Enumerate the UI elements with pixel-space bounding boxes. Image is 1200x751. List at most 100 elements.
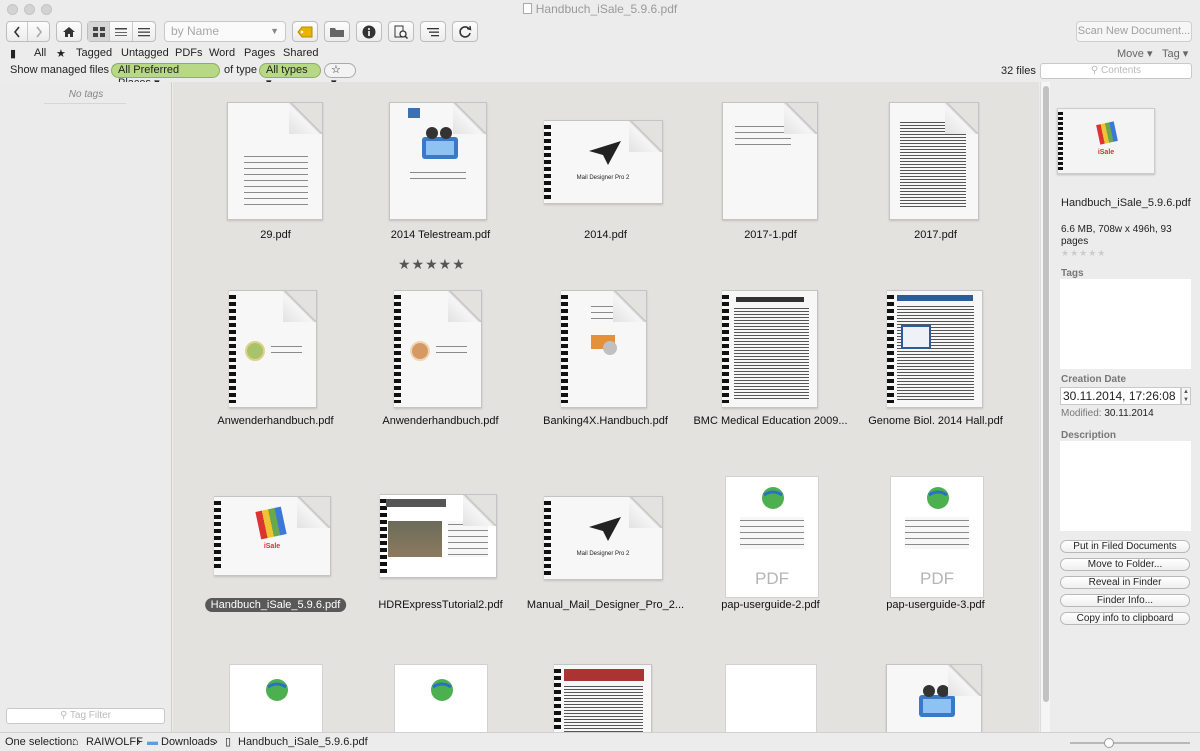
- contents-search-field[interactable]: ⚲ Contents: [1040, 63, 1192, 79]
- zoom-window-button[interactable]: [41, 4, 52, 15]
- tag-icon: [297, 26, 313, 37]
- window-title: Handbuch_iSale_5.9.6.pdf: [535, 2, 678, 16]
- sort-select[interactable]: by Name ▼: [164, 21, 286, 42]
- chevron-down-icon: ▼: [270, 26, 279, 36]
- move-menu[interactable]: Move ▾: [1117, 47, 1152, 60]
- tag-menu[interactable]: Tag ▾: [1162, 47, 1188, 60]
- filter-pages[interactable]: Pages: [244, 47, 275, 59]
- home-button[interactable]: [56, 21, 82, 42]
- tags-label: Tags: [1061, 268, 1084, 279]
- thumbnail-size-slider[interactable]: [1070, 738, 1190, 748]
- title-bar: Handbuch_iSale_5.9.6.pdf: [0, 0, 1200, 18]
- put-in-filed-documents-button[interactable]: Put in Filed Documents: [1060, 540, 1190, 553]
- view-mode-segment: [87, 21, 156, 42]
- star-filter-icon[interactable]: ★: [56, 47, 66, 60]
- info-icon: [362, 25, 376, 38]
- copy-info-button[interactable]: Copy info to clipboard: [1060, 612, 1190, 625]
- vertical-scrollbar[interactable]: [1040, 82, 1050, 732]
- chevron-left-icon: [13, 26, 20, 37]
- file-name: Anwenderhandbuch.pdf: [382, 415, 499, 427]
- file-name: 2014.pdf: [584, 229, 627, 241]
- info-button[interactable]: [356, 21, 382, 42]
- document-icon: ▯: [225, 736, 232, 748]
- file-thumbnail: [394, 290, 482, 408]
- modified-info: Modified: 30.11.2014: [1061, 408, 1154, 419]
- scrollbar-thumb[interactable]: [1043, 86, 1049, 702]
- divider: [44, 103, 126, 104]
- thumbnail-caption: iSale: [1097, 149, 1115, 156]
- home-folder-icon: ⌂: [72, 736, 79, 748]
- tags-field[interactable]: [1060, 279, 1191, 369]
- path-separator-icon: ›: [137, 736, 141, 748]
- file-name: Genome Biol. 2014 Hall.pdf: [868, 415, 1003, 427]
- file-grid: 29.pdf 2014 Telestream.pdf ★★★★★ Mail De…: [173, 82, 1039, 732]
- file-thumbnail: Mail Designer Pro 2: [544, 496, 663, 580]
- filter-pdfs[interactable]: PDFs: [175, 47, 203, 59]
- file-thumbnail[interactable]: [554, 664, 652, 732]
- sort-order-button[interactable]: [420, 21, 446, 42]
- description-label: Description: [1061, 430, 1117, 441]
- list-view-button[interactable]: [133, 22, 155, 41]
- file-thumbnail[interactable]: [394, 664, 488, 732]
- path-downloads[interactable]: Downloads: [161, 733, 215, 751]
- file-thumbnail[interactable]: [725, 664, 817, 732]
- close-window-button[interactable]: [7, 4, 18, 15]
- refresh-button[interactable]: [452, 21, 478, 42]
- file-name: Anwenderhandbuch.pdf: [217, 415, 334, 427]
- file-name: pap-userguide-2.pdf: [721, 599, 820, 611]
- forward-button[interactable]: [28, 22, 49, 41]
- scan-new-document-button[interactable]: Scan New Document...: [1076, 21, 1192, 42]
- rating-stars[interactable]: ★★★★★: [398, 256, 466, 273]
- sort-lines-icon: [427, 27, 439, 36]
- options-bar: Show managed files in All Preferred Plac…: [0, 63, 1200, 89]
- inspector-rating[interactable]: ★★★★★: [1061, 248, 1106, 259]
- minimize-window-button[interactable]: [24, 4, 35, 15]
- show-label: Show managed files in: [10, 64, 121, 76]
- file-name: 2014 Telestream.pdf: [390, 229, 491, 241]
- inspector-file-info: 6.6 MB, 708w x 496h, 93 pages: [1061, 224, 1172, 247]
- thumbnail-caption: iSale: [263, 543, 281, 550]
- folder-button[interactable]: [324, 21, 350, 42]
- no-tags-label: No tags: [68, 89, 104, 100]
- creation-date-label: Creation Date: [1061, 374, 1127, 385]
- modified-label: Modified:: [1061, 408, 1102, 419]
- slider-knob[interactable]: [1104, 738, 1114, 748]
- chevron-right-icon: [35, 26, 42, 37]
- finder-info-button[interactable]: Finder Info...: [1060, 594, 1190, 607]
- file-thumbnail: [722, 290, 818, 408]
- inspector-file-name: Handbuch_iSale_5.9.6.pdf: [1061, 197, 1191, 209]
- inspector-thumbnail: iSale: [1057, 108, 1155, 174]
- file-count: 32 files: [1001, 65, 1036, 77]
- filter-untagged[interactable]: Untagged: [121, 47, 169, 59]
- filter-tagged[interactable]: Tagged: [76, 47, 112, 59]
- rating-filter-select[interactable]: ☆ ▾: [324, 63, 356, 89]
- tag-button[interactable]: [292, 21, 318, 42]
- file-thumbnail[interactable]: [229, 664, 323, 732]
- home-icon: [63, 26, 75, 37]
- type-value: All types: [266, 64, 308, 76]
- paper-plane-icon: [589, 141, 621, 165]
- file-thumbnail[interactable]: [886, 664, 982, 732]
- description-field[interactable]: [1060, 441, 1191, 531]
- tag-filter-field[interactable]: ⚲ Tag Filter: [6, 708, 165, 724]
- bookmark-icon[interactable]: ▮: [10, 47, 16, 60]
- filter-word[interactable]: Word: [209, 47, 235, 59]
- creation-date-field[interactable]: 30.11.2014, 17:26:08: [1060, 387, 1181, 405]
- filter-all[interactable]: All: [34, 47, 46, 59]
- type-select[interactable]: All types ▾: [259, 63, 321, 89]
- file-thumbnail: [889, 102, 979, 220]
- path-file[interactable]: Handbuch_iSale_5.9.6.pdf: [238, 733, 368, 751]
- filter-shared[interactable]: Shared: [283, 47, 318, 59]
- move-to-folder-button[interactable]: Move to Folder...: [1060, 558, 1190, 571]
- file-thumbnail: [561, 290, 647, 408]
- column-view-button[interactable]: [110, 22, 133, 41]
- icon-view-button[interactable]: [88, 22, 111, 41]
- quick-look-button[interactable]: [388, 21, 414, 42]
- path-home[interactable]: RAIWOLFF: [86, 733, 143, 751]
- file-thumbnail: Mail Designer Pro 2: [544, 120, 663, 204]
- places-select[interactable]: All Preferred Places ▾: [111, 63, 220, 89]
- status-bar: One selection: ⌂ RAIWOLFF › ▬ Downloads …: [0, 732, 1200, 751]
- date-stepper[interactable]: ▲ ▼: [1181, 387, 1191, 405]
- reveal-in-finder-button[interactable]: Reveal in Finder: [1060, 576, 1190, 589]
- back-button[interactable]: [7, 22, 29, 41]
